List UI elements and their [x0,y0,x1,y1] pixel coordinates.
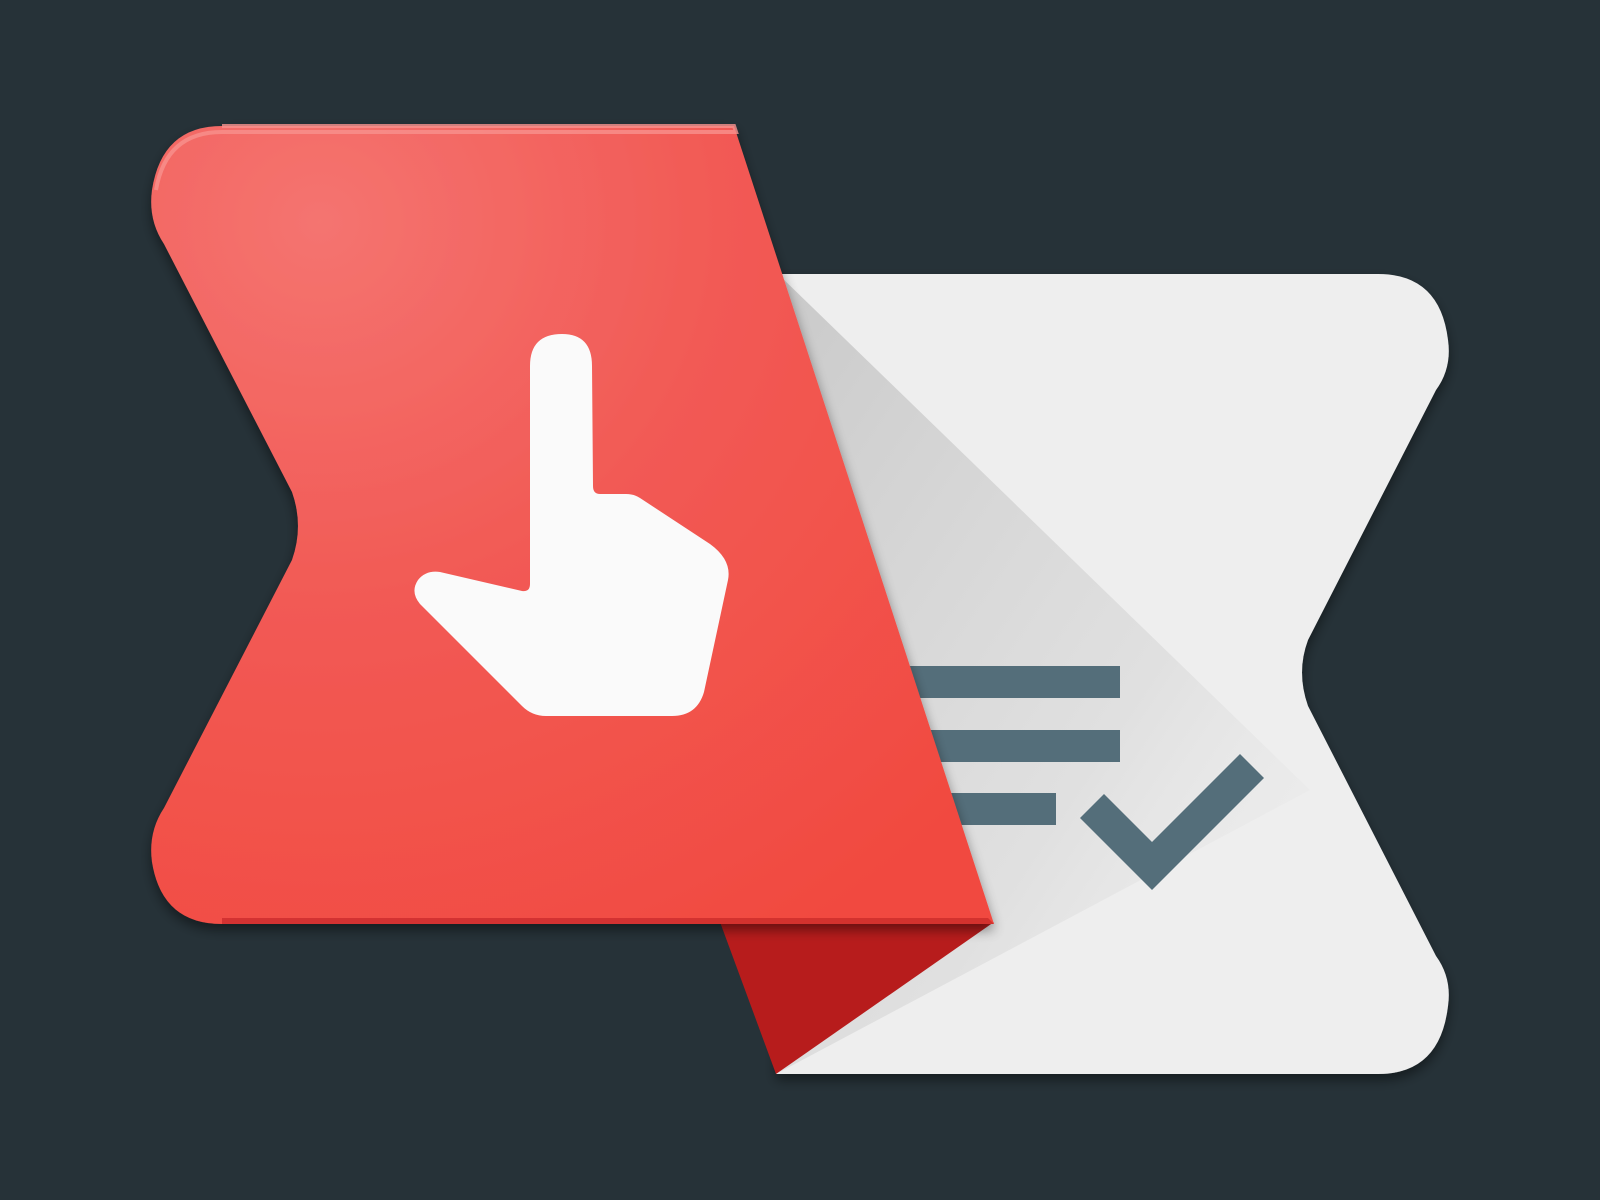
app-logo-canvas [0,0,1600,1200]
logo-graphic [151,124,1449,1074]
